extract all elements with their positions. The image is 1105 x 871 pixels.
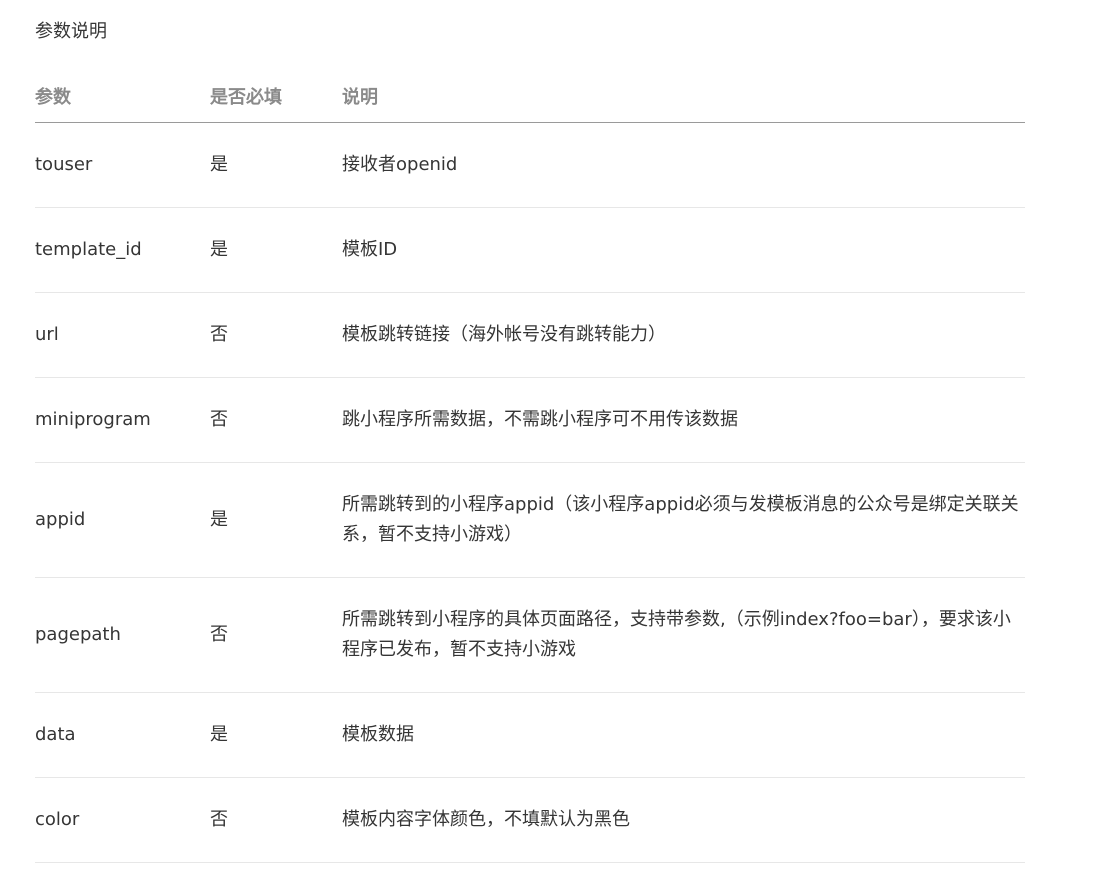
cell-required: 否: [210, 809, 228, 830]
table-row: color 否 模板内容字体颜色，不填默认为黑色: [35, 778, 1025, 863]
cell-required: 是: [210, 239, 228, 260]
cell-desc: 跳小程序所需数据，不需跳小程序可不用传该数据: [342, 409, 738, 430]
cell-required: 否: [210, 624, 228, 645]
section-title: 参数说明: [35, 21, 107, 42]
cell-param: touser: [35, 154, 93, 175]
table-row: touser 是 接收者openid: [35, 123, 1025, 208]
table-header: 参数 是否必填 说明: [35, 70, 1025, 123]
cell-param: appid: [35, 509, 86, 530]
cell-param: data: [35, 724, 76, 745]
params-table: 参数 是否必填 说明 touser 是 接收者openid template_i…: [35, 70, 1025, 863]
cell-param: color: [35, 809, 80, 830]
header-desc: 说明: [342, 87, 378, 108]
cell-desc: 模板跳转链接（海外帐号没有跳转能力）: [342, 324, 666, 345]
cell-desc: 接收者openid: [342, 154, 458, 175]
cell-param: url: [35, 324, 59, 345]
header-required: 是否必填: [210, 87, 282, 108]
table-row: data 是 模板数据: [35, 693, 1025, 778]
cell-desc: 模板内容字体颜色，不填默认为黑色: [342, 809, 630, 830]
table-row: miniprogram 否 跳小程序所需数据，不需跳小程序可不用传该数据: [35, 378, 1025, 463]
cell-required: 否: [210, 409, 228, 430]
cell-desc: 所需跳转到小程序的具体页面路径，支持带参数,（示例index?foo=bar），…: [342, 609, 1011, 660]
cell-param: template_id: [35, 239, 142, 260]
table-row: url 否 模板跳转链接（海外帐号没有跳转能力）: [35, 293, 1025, 378]
cell-required: 是: [210, 724, 228, 745]
table-row: appid 是 所需跳转到的小程序appid（该小程序appid必须与发模板消息…: [35, 463, 1025, 578]
table-row: template_id 是 模板ID: [35, 208, 1025, 293]
header-param: 参数: [35, 87, 71, 108]
cell-required: 是: [210, 509, 228, 530]
cell-param: miniprogram: [35, 409, 151, 430]
table-row: pagepath 否 所需跳转到小程序的具体页面路径，支持带参数,（示例inde…: [35, 578, 1025, 693]
cell-desc: 所需跳转到的小程序appid（该小程序appid必须与发模板消息的公众号是绑定关…: [342, 494, 1019, 545]
cell-param: pagepath: [35, 624, 121, 645]
cell-desc: 模板ID: [342, 239, 398, 260]
cell-required: 否: [210, 324, 228, 345]
cell-required: 是: [210, 154, 228, 175]
cell-desc: 模板数据: [342, 724, 414, 745]
